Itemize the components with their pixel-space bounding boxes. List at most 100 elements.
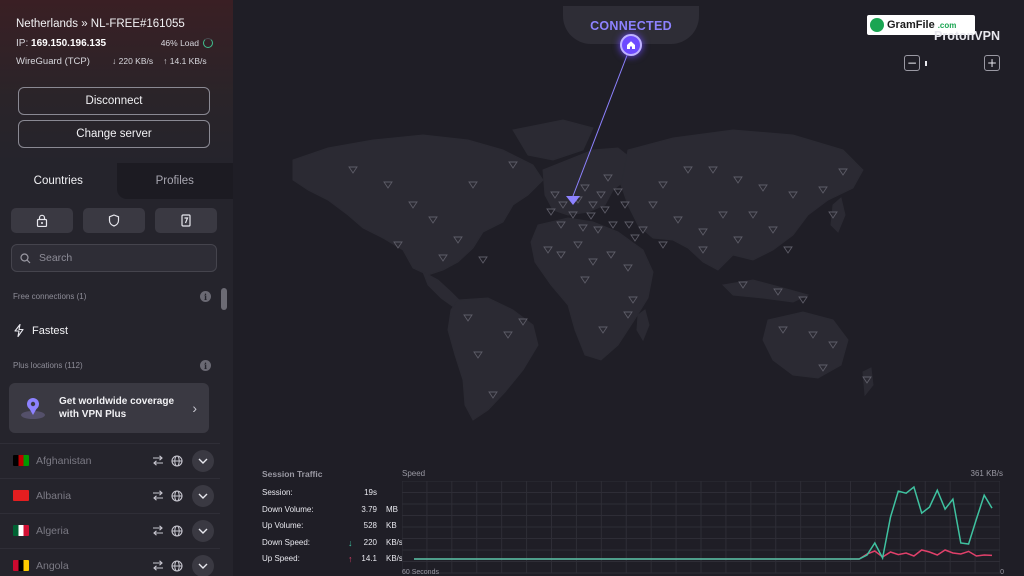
- p2p-swap-icon: [153, 525, 163, 536]
- stat-value: 220: [363, 537, 377, 547]
- globe-pin-icon: [21, 398, 45, 419]
- country-name: Angola: [36, 559, 69, 572]
- ip-address: 169.150.196.135: [31, 38, 107, 49]
- zoom-slider[interactable]: [920, 55, 984, 71]
- country-row-icons: [152, 524, 183, 537]
- country-row[interactable]: Algeria: [0, 513, 220, 547]
- search-icon: [20, 252, 31, 263]
- stat-value: 3.79: [361, 504, 377, 514]
- server-marker[interactable]: [608, 221, 618, 229]
- tab-countries[interactable]: Countries: [0, 163, 117, 199]
- server-marker[interactable]: [600, 206, 610, 214]
- flag-icon: [13, 560, 29, 571]
- south-america-landmass: [447, 297, 539, 421]
- home-location-pin[interactable]: [620, 34, 642, 56]
- filter-netshield-button[interactable]: [83, 208, 145, 233]
- tab-profiles[interactable]: Profiles: [116, 163, 233, 199]
- bolt-icon: [14, 324, 24, 337]
- stat-row: Up Speed: ↑ 14.1 KB/s: [262, 554, 403, 568]
- scrollbar-thumb[interactable]: [221, 288, 227, 310]
- lock-icon: [36, 214, 48, 227]
- p2p-swap-icon: [153, 455, 163, 466]
- ip-row: IP: 169.150.196.135: [16, 38, 106, 49]
- zoom-slider-handle[interactable]: [925, 61, 927, 66]
- connection-status: CONNECTED: [590, 19, 672, 33]
- country-row[interactable]: Albania: [0, 478, 220, 512]
- rates: ↓ 220 KB/s ↑ 14.1 KB/s: [112, 56, 207, 66]
- x-axis-left-label: 60 Seconds: [402, 569, 439, 576]
- stat-label: Down Volume:: [262, 504, 314, 514]
- country-row-icons: [152, 489, 183, 502]
- country-row[interactable]: Afghanistan: [0, 443, 220, 477]
- arrow-up-icon: ↑: [163, 56, 170, 66]
- stat-unit: KB: [386, 521, 397, 530]
- flag-icon: [13, 490, 29, 501]
- indonesia-landmass: [721, 279, 810, 303]
- globe-icon: [171, 524, 183, 537]
- down-rate-value: 220 KB/s: [118, 56, 154, 66]
- stat-value: 528: [363, 521, 377, 530]
- down-rate: ↓ 220 KB/s: [112, 56, 153, 66]
- zoom-out-button[interactable]: −: [904, 55, 920, 71]
- stat-row: Up Volume: 528 KB: [262, 521, 397, 535]
- stat-value: 14.1: [361, 554, 377, 563]
- globe-icon: [171, 559, 183, 572]
- info-icon[interactable]: i: [200, 291, 211, 302]
- fastest-item[interactable]: Fastest: [14, 324, 68, 337]
- stat-value: 19s: [364, 488, 377, 497]
- filter-secure-core-button[interactable]: [11, 208, 73, 233]
- server-marker[interactable]: [478, 256, 488, 264]
- speed-label: Speed: [402, 469, 426, 478]
- central-america-landmass: [422, 270, 462, 309]
- chevron-right-icon: ›: [192, 400, 197, 416]
- country-row-icons: [152, 454, 183, 467]
- speed-max: 361 KB/s: [970, 469, 1003, 478]
- search-input[interactable]: [39, 252, 199, 264]
- search-box: [11, 244, 217, 272]
- p2p-swap-icon: [153, 490, 163, 501]
- shield-icon: [108, 214, 120, 227]
- down-speed-line: [414, 485, 993, 561]
- filter-p2p-button[interactable]: [155, 208, 217, 233]
- country-name: Algeria: [36, 524, 69, 537]
- info-icon[interactable]: i: [200, 360, 211, 371]
- expand-country-button[interactable]: [192, 484, 214, 507]
- expand-country-button[interactable]: [192, 449, 214, 472]
- upsell-text: Get worldwide coverage with VPN Plus: [59, 396, 175, 420]
- connection-panel: Netherlands » NL-FREE#161055 IP: 169.150…: [0, 0, 233, 163]
- greenland-landmass: [512, 119, 594, 161]
- change-server-button[interactable]: Change server: [18, 120, 210, 148]
- stat-label: Down Speed:: [262, 537, 311, 547]
- server-marker[interactable]: [658, 241, 668, 249]
- filter-bar: [11, 208, 217, 233]
- speed-graph: [402, 481, 1000, 574]
- stat-unit: MB: [386, 504, 398, 514]
- server-marker[interactable]: [613, 188, 623, 196]
- stat-row: Down Speed: ↓ 220 KB/s: [262, 537, 403, 552]
- zoom-in-button[interactable]: +: [984, 55, 1000, 71]
- africa-landmass: [530, 217, 654, 361]
- server-marker[interactable]: [630, 234, 640, 242]
- stat-unit: KB/s: [386, 554, 403, 563]
- chevron-down-icon: [198, 563, 208, 569]
- server-marker[interactable]: [624, 221, 634, 229]
- load-text: 46% Load: [160, 38, 199, 48]
- p2p-swap-icon: [153, 560, 163, 571]
- flag-icon: [13, 525, 29, 536]
- expand-country-button[interactable]: [192, 554, 214, 576]
- chevron-down-icon: [198, 458, 208, 464]
- disconnect-button[interactable]: Disconnect: [18, 87, 210, 115]
- chevron-down-icon: [198, 528, 208, 534]
- tab-bar: Countries Profiles: [0, 163, 233, 199]
- country-name: Albania: [36, 489, 72, 502]
- server-marker[interactable]: [586, 212, 596, 220]
- expand-country-button[interactable]: [192, 519, 214, 542]
- server-marker[interactable]: [783, 246, 793, 254]
- japan-landmass: [830, 197, 846, 233]
- country-row[interactable]: Angola: [0, 548, 220, 576]
- sidebar: Netherlands » NL-FREE#161055 IP: 169.150…: [0, 0, 233, 576]
- upsell-banner[interactable]: Get worldwide coverage with VPN Plus ›: [9, 383, 209, 433]
- scrollbar[interactable]: [221, 288, 227, 576]
- north-america-landmass: [292, 134, 544, 276]
- plus-locations-label: Plus locations (112): [13, 361, 83, 370]
